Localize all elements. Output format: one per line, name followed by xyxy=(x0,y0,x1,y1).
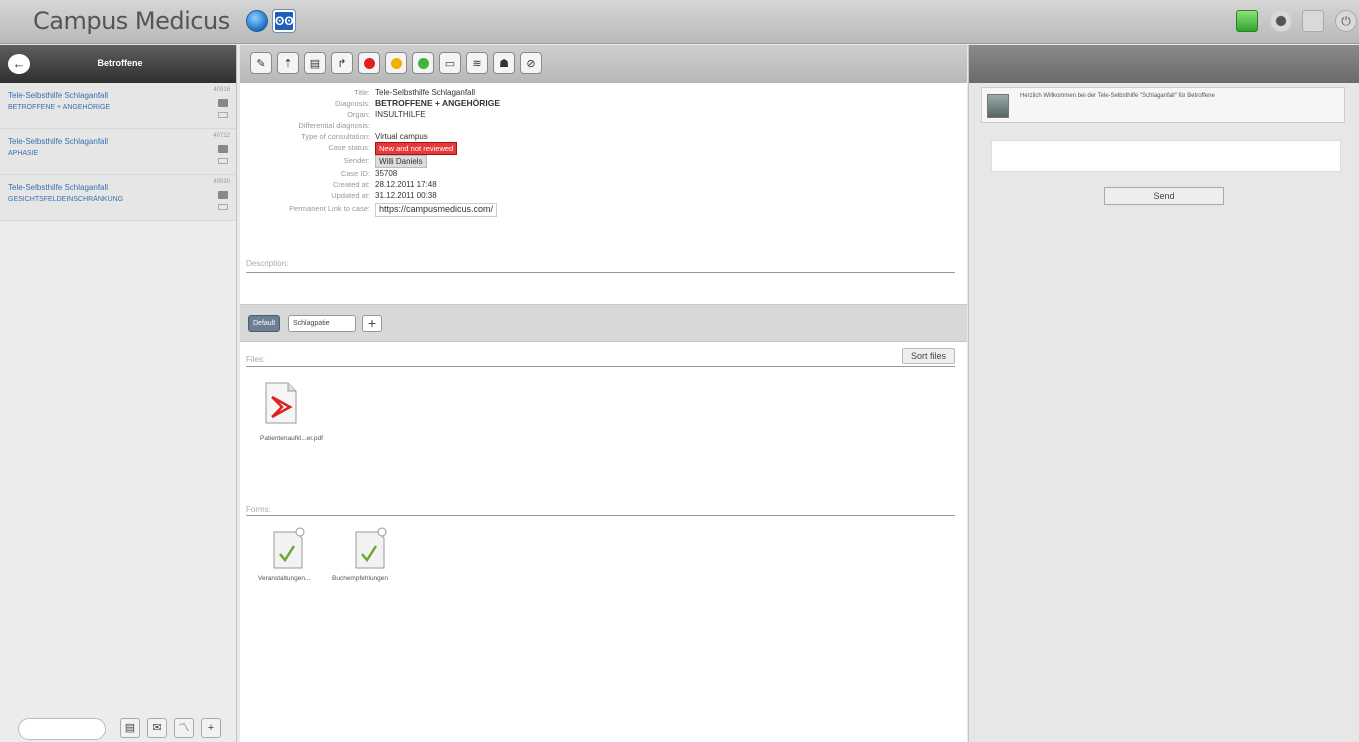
case-list-item[interactable]: Tele-Selbsthilfe Schlaganfall GESICHTSFE… xyxy=(0,175,236,221)
tab-schlagpatie[interactable]: Schlagpatie xyxy=(288,315,356,332)
tab-bar: Default Schlagpatie + xyxy=(240,304,967,342)
consultation-label: Type of consultation: xyxy=(301,132,370,141)
case-toolbar: ✎ ⇡ ▤ ↱ ▭ ≋ ☗ ⊘ xyxy=(240,45,967,83)
case-number: 40712 xyxy=(213,133,230,139)
globe-icon[interactable] xyxy=(246,10,268,32)
consultation-value: Virtual campus xyxy=(375,132,428,141)
message-icon xyxy=(218,99,228,107)
sender-label: Sender: xyxy=(343,156,370,165)
files-label: Files: xyxy=(246,355,266,364)
organ-label: Organ: xyxy=(347,110,370,119)
permalink-field[interactable]: https://campusmedicus.com/ xyxy=(375,203,498,217)
document-icon[interactable]: ▤ xyxy=(304,52,326,74)
form-file-icon[interactable] xyxy=(270,526,308,570)
case-title: Tele-Selbsthilfe Schlaganfall xyxy=(8,183,109,192)
forward-icon[interactable]: ↱ xyxy=(331,52,353,74)
comment-icon xyxy=(218,112,228,118)
updated-value: 31.12.2011 00:38 xyxy=(375,191,437,200)
back-arrow-icon[interactable]: ← xyxy=(8,54,30,74)
created-label: Created at: xyxy=(332,180,370,189)
sender-value[interactable]: Willi Daniels xyxy=(375,155,427,168)
chat-input[interactable] xyxy=(991,140,1341,172)
differential-label: Differential diagnosis: xyxy=(298,121,370,130)
diagnosis-label: Diagnosis: xyxy=(334,99,370,108)
top-bar: Campus Medicus ʘʘ ⏻ xyxy=(0,0,1359,44)
file-name[interactable]: Patientenaufkl...er.pdf xyxy=(260,435,323,442)
mail-icon[interactable]: ✉ xyxy=(147,718,167,738)
power-icon[interactable]: ⏻ xyxy=(1335,10,1357,32)
comment-icon xyxy=(218,204,228,210)
sidebar-footer: ▤ ✉ 〽 + xyxy=(0,712,237,742)
case-subtitle: APHASIE xyxy=(8,150,39,157)
case-subtitle: GESICHTSFELDEINSCHRÄNKUNG xyxy=(8,196,124,203)
chat-panel: Herzlich Willkommen bei der Tele-Selbsth… xyxy=(968,45,1359,742)
book-icon[interactable] xyxy=(1236,10,1258,32)
sidebar-title: Betroffene xyxy=(97,58,143,68)
case-details: Title: Tele-Selbsthilfe Schlaganfall Diag… xyxy=(240,83,967,303)
wifi-icon[interactable]: ≋ xyxy=(466,52,488,74)
chat-header xyxy=(969,45,1359,83)
search-input[interactable] xyxy=(18,718,106,740)
app-title: Campus Medicus xyxy=(33,7,230,35)
red-status-icon[interactable] xyxy=(358,52,380,74)
comment-icon xyxy=(218,158,228,164)
description-divider xyxy=(246,272,955,273)
caseid-value: 35708 xyxy=(375,169,398,178)
case-detail-pane: ✎ ⇡ ▤ ↱ ▭ ≋ ☗ ⊘ Title: Tele-Selbsthilfe S… xyxy=(240,45,967,742)
chat-message: Herzlich Willkommen bei der Tele-Selbsth… xyxy=(981,87,1345,123)
case-list-item[interactable]: Tele-Selbsthilfe Schlaganfall BETROFFENE… xyxy=(0,83,236,129)
created-value: 28.12.2011 17:48 xyxy=(375,180,437,189)
add-tab-button[interactable]: + xyxy=(362,315,382,332)
label-icon[interactable]: ▭ xyxy=(439,52,461,74)
block-icon[interactable]: ⊘ xyxy=(520,52,542,74)
form-file-icon[interactable] xyxy=(352,526,390,570)
forms-label: Forms: xyxy=(246,505,271,514)
upload-icon[interactable]: ⇡ xyxy=(277,52,299,74)
yellow-status-icon[interactable] xyxy=(385,52,407,74)
files-divider xyxy=(246,366,955,367)
permalink-label: Permanent Link to case: xyxy=(289,204,370,213)
case-number: 40916 xyxy=(213,87,230,93)
form-name[interactable]: Buchempfehlungen xyxy=(332,575,388,582)
tab-default[interactable]: Default xyxy=(248,315,280,332)
add-icon[interactable]: + xyxy=(201,718,221,738)
case-title: Tele-Selbsthilfe Schlaganfall xyxy=(8,91,109,100)
forms-divider xyxy=(246,515,955,516)
send-button[interactable]: Send xyxy=(1104,187,1224,205)
people-icon[interactable]: ʘʘ xyxy=(273,10,295,32)
form-name[interactable]: Veranstaltungen... xyxy=(258,575,310,582)
case-title: Tele-Selbsthilfe Schlaganfall xyxy=(8,137,109,146)
chat-message-text: Herzlich Willkommen bei der Tele-Selbsth… xyxy=(1020,93,1215,99)
organ-value: INSULTHILFE xyxy=(375,110,426,119)
case-subtitle: BETROFFENE + ANGEHÖRIGE xyxy=(8,104,111,111)
pdf-file-icon[interactable] xyxy=(262,381,300,425)
message-icon xyxy=(218,145,228,153)
chart-icon[interactable]: 〽 xyxy=(174,718,194,738)
sort-files-button[interactable]: Sort files xyxy=(901,348,955,364)
status-label: Case status: xyxy=(328,143,370,152)
diagnosis-value: BETROFFENE + ANGEHÖRIGE xyxy=(375,98,501,108)
users-icon[interactable]: ☗ xyxy=(493,52,515,74)
message-icon xyxy=(218,191,228,199)
edit-icon[interactable]: ✎ xyxy=(250,52,272,74)
case-number: 40530 xyxy=(213,179,230,185)
case-title-value: Tele-Selbsthilfe Schlaganfall xyxy=(375,88,476,97)
list-icon[interactable]: ▤ xyxy=(120,718,140,738)
caseid-label: Case ID: xyxy=(340,169,370,178)
case-sidebar: ← Betroffene Tele-Selbsthilfe Schlaganfa… xyxy=(0,45,237,742)
updated-label: Updated at: xyxy=(331,191,370,200)
avatar xyxy=(987,94,1009,118)
sidebar-header: ← Betroffene xyxy=(0,45,236,83)
green-status-icon[interactable] xyxy=(412,52,434,74)
status-badge: New and not reviewed xyxy=(375,142,458,155)
window-icon[interactable] xyxy=(1302,10,1324,32)
description-label: Description: xyxy=(246,259,289,268)
case-list-item[interactable]: Tele-Selbsthilfe Schlaganfall APHASIE 40… xyxy=(0,129,236,175)
title-label: Title: xyxy=(354,88,370,97)
camera-icon[interactable] xyxy=(1270,10,1292,32)
